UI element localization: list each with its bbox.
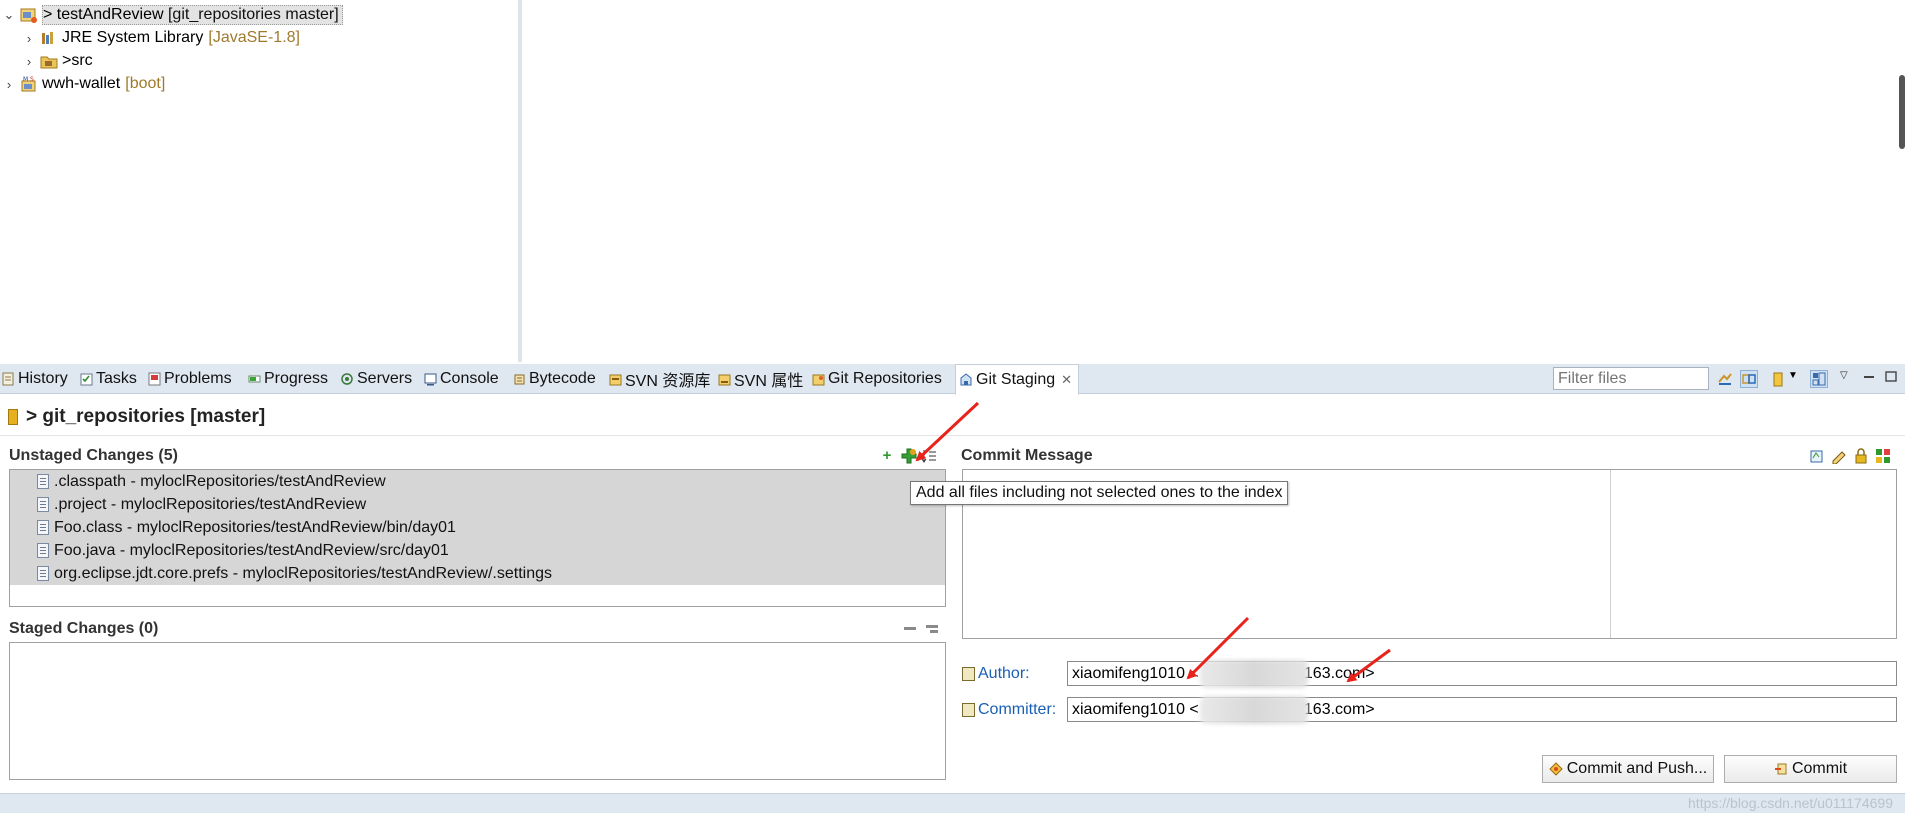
- arrow-to-add-all: [915, 401, 980, 462]
- arrow-to-author-email: [1346, 648, 1391, 683]
- arrow-to-author-name: [1186, 616, 1250, 680]
- annotation-arrows: [915, 401, 1391, 683]
